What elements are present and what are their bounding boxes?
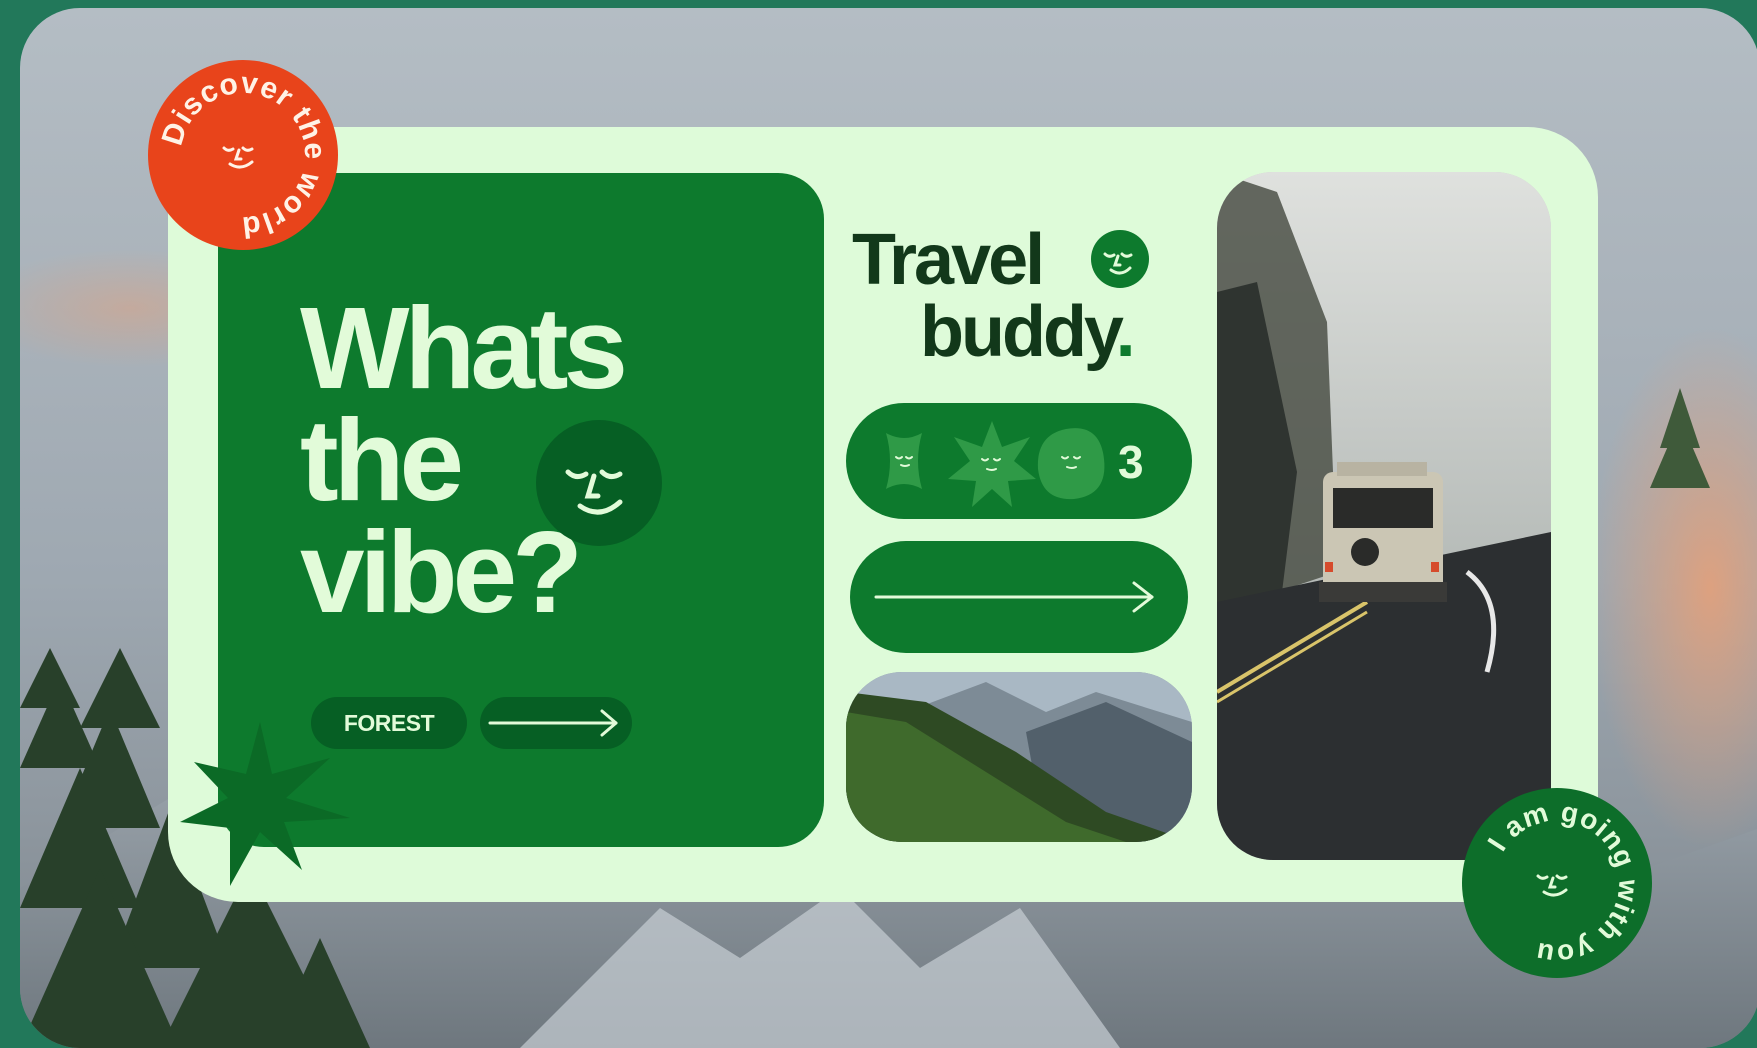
smile-face-icon: [1091, 230, 1149, 288]
road-photo: [1217, 172, 1551, 860]
headline: Whats the vibe?: [300, 283, 770, 637]
arrow-right-icon: [874, 581, 1154, 613]
discover-badge-text: Discover the world: [156, 67, 331, 244]
flower-icon: [886, 433, 922, 489]
smile-face-icon: [536, 420, 662, 546]
going-badge-text: I am going with you: [1482, 796, 1644, 971]
headline-line-2: the: [300, 395, 464, 525]
mountain-photo: [846, 672, 1192, 842]
brand-line-2: buddy: [920, 292, 1119, 372]
forest-tag-label: FOREST: [343, 709, 435, 736]
svg-text:I am going with you: I am going with you: [1482, 796, 1645, 971]
star-icon: [180, 722, 350, 886]
going-with-you-badge: I am going with you: [1462, 788, 1652, 978]
brand-dot: .: [1115, 292, 1136, 372]
arrow-right-icon: [488, 709, 618, 737]
rating-count: 3: [1118, 436, 1144, 488]
forest-arrow-button[interactable]: [480, 697, 632, 749]
brand-line-1: Travel: [852, 220, 1045, 300]
headline-line-3: vibe?: [300, 507, 583, 637]
starburst-icon: [948, 421, 1036, 507]
svg-text:Discover the world: Discover the world: [156, 67, 332, 244]
discover-badge: Discover the world: [148, 60, 338, 250]
blob-icon: [1037, 428, 1105, 500]
next-arrow-button[interactable]: [850, 541, 1188, 653]
headline-line-1: Whats: [300, 283, 628, 413]
smile-face-icon: [1536, 874, 1568, 897]
smile-face-icon: [222, 146, 254, 169]
